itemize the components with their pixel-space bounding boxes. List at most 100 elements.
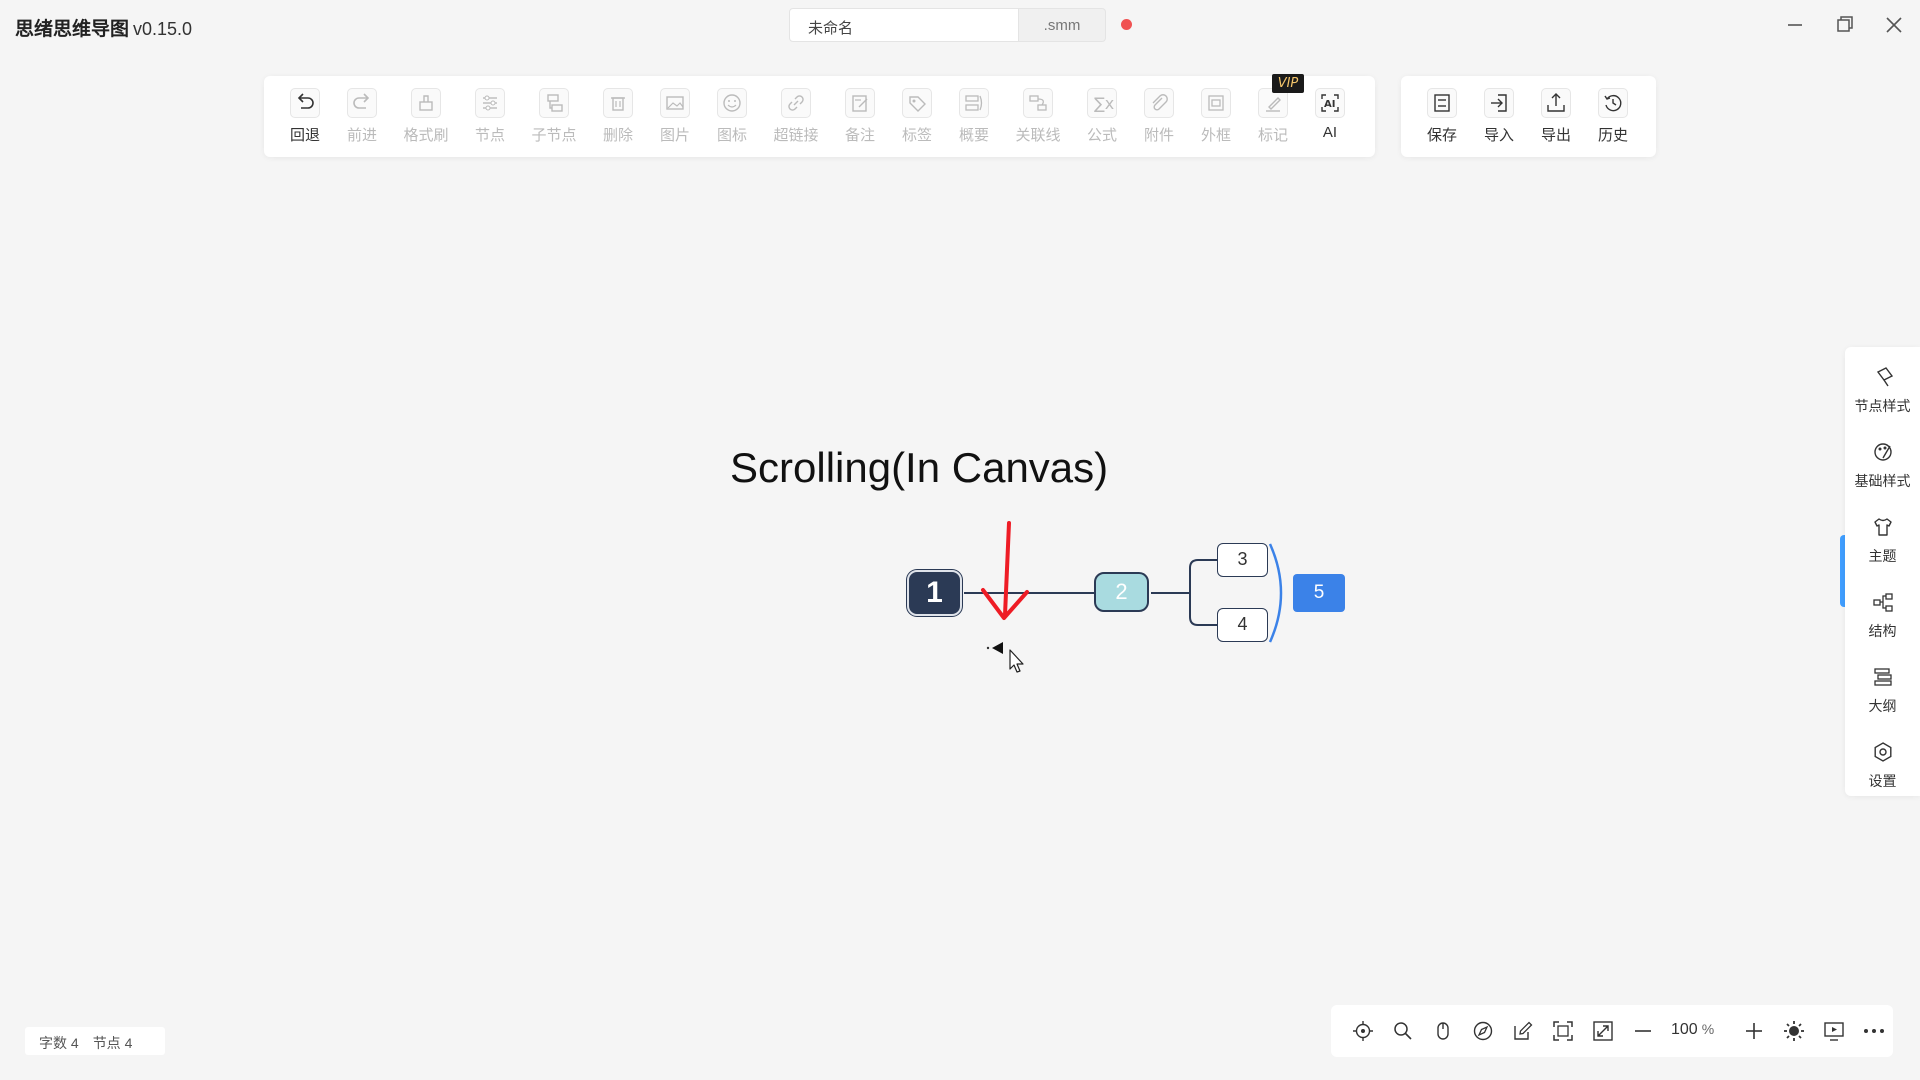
minimize-button[interactable] — [1782, 12, 1808, 38]
import-button[interactable]: 导入 — [1471, 88, 1527, 148]
formula-button[interactable]: ∑x 公式 — [1074, 88, 1130, 148]
zoom-in-button[interactable] — [1741, 1018, 1767, 1044]
association-line-label: 关联线 — [1015, 127, 1061, 144]
vip-badge: VIP — [1272, 74, 1304, 93]
export-label: 导出 — [1540, 127, 1571, 144]
theme-toggle-button[interactable] — [1781, 1018, 1807, 1044]
note-icon — [845, 88, 875, 118]
mindmap-node-3[interactable]: 3 — [1217, 543, 1268, 577]
restore-icon — [1837, 16, 1853, 32]
mindmap-node-4[interactable]: 4 — [1217, 608, 1268, 642]
sidebar-item-node-style[interactable]: 节点样式 — [1845, 357, 1920, 417]
word-count: 字数 4 — [39, 1035, 79, 1051]
presentation-icon — [1824, 1022, 1844, 1041]
history-button[interactable]: 历史 — [1585, 88, 1641, 148]
attachment-button[interactable]: 附件 — [1131, 88, 1187, 148]
close-icon — [1886, 17, 1902, 33]
link-icon — [781, 88, 811, 118]
summary-button[interactable]: 概要 — [946, 88, 1002, 148]
canvas-overlay-title: Scrolling(In Canvas) — [730, 444, 1109, 491]
format-brush-label: 格式刷 — [403, 127, 449, 144]
fullscreen-button[interactable] — [1590, 1018, 1616, 1044]
attachment-label: 附件 — [1143, 127, 1174, 144]
more-button[interactable] — [1861, 1018, 1887, 1044]
child-node-button[interactable]: 子节点 — [526, 88, 582, 148]
delete-button[interactable]: 删除 — [590, 88, 646, 148]
image-label: 图片 — [659, 127, 690, 144]
format-brush-button[interactable]: 格式刷 — [398, 88, 454, 148]
mouse-mode-button[interactable] — [1430, 1018, 1456, 1044]
tag-button[interactable]: 标签 — [889, 88, 945, 148]
more-dots-icon — [1864, 1029, 1884, 1033]
mindmap-summary-node-5[interactable]: 5 — [1293, 574, 1345, 612]
locate-root-button[interactable] — [1350, 1018, 1376, 1044]
scroll-marker-icon — [992, 642, 1003, 654]
icon-label: 图标 — [716, 127, 747, 144]
mindmap-canvas[interactable] — [0, 0, 1920, 1080]
demo-mode-button[interactable] — [1821, 1018, 1847, 1044]
sidebar-item-outline[interactable]: 大纲 — [1845, 657, 1920, 717]
icon-button[interactable]: 图标 — [704, 88, 760, 148]
navigator-button[interactable] — [1470, 1018, 1496, 1044]
shirt-icon — [1873, 518, 1892, 536]
svg-text:∑x: ∑x — [1094, 94, 1114, 113]
image-button[interactable]: 图片 — [647, 88, 703, 148]
fit-canvas-button[interactable] — [1550, 1018, 1576, 1044]
sidebar-item-settings[interactable]: 设置 — [1845, 732, 1920, 792]
child-node-label: 子节点 — [531, 127, 577, 144]
export-button[interactable]: 导出 — [1528, 88, 1584, 148]
edit-mode-button[interactable] — [1510, 1018, 1536, 1044]
ai-button[interactable]: AI AI — [1302, 88, 1358, 148]
undo-button[interactable]: 回退 — [277, 88, 333, 148]
crosshair-icon — [1353, 1021, 1373, 1041]
outer-frame-button[interactable]: 外框 — [1188, 88, 1244, 148]
tag-icon — [902, 88, 932, 118]
delete-label: 删除 — [602, 127, 633, 144]
close-button[interactable] — [1881, 12, 1907, 38]
sidebar-label-outline: 大纲 — [1868, 698, 1897, 714]
palette-icon — [1873, 443, 1892, 461]
zoom-out-button[interactable] — [1630, 1018, 1656, 1044]
tag-label: 标签 — [901, 127, 932, 144]
trash-icon — [603, 88, 633, 118]
fit-view-icon — [1553, 1021, 1573, 1041]
sidebar-item-basic-style[interactable]: 基础样式 — [1845, 432, 1920, 492]
save-icon — [1427, 88, 1457, 118]
sidebar-item-structure[interactable]: 结构 — [1845, 582, 1920, 642]
sidebar-item-theme[interactable]: 主题 — [1845, 507, 1920, 567]
annotation-arrow — [981, 521, 1029, 620]
formula-icon: ∑x — [1087, 88, 1117, 118]
history-icon — [1598, 88, 1628, 118]
note-button[interactable]: 备注 — [832, 88, 888, 148]
file-name-input[interactable]: 未命名 — [789, 8, 1019, 42]
search-button[interactable] — [1390, 1018, 1416, 1044]
association-line-button[interactable]: 关联线 — [1010, 88, 1066, 148]
child-node-icon — [539, 88, 569, 118]
search-icon — [1394, 1022, 1412, 1040]
sidebar-label-node-style: 节点样式 — [1854, 398, 1911, 414]
node-button[interactable]: 节点 — [462, 88, 518, 148]
outline-icon — [1873, 668, 1892, 686]
mouse-cursor-icon — [1009, 649, 1024, 673]
zoom-unit: % — [1701, 1021, 1715, 1037]
save-button[interactable]: 保存 — [1414, 88, 1470, 148]
mindmap-node-2[interactable]: 2 — [1094, 572, 1149, 612]
title-bar: 思绪思维导图 v0.15.0 未命名 .smm — [0, 0, 1920, 52]
marker-button[interactable]: 标记 — [1245, 88, 1301, 148]
mindmap-node-root[interactable]: 1 — [907, 570, 962, 616]
minimize-icon — [1788, 24, 1802, 26]
node-settings-icon — [475, 88, 505, 118]
redo-button[interactable]: 前进 — [334, 88, 390, 148]
sidebar-label-structure: 结构 — [1868, 623, 1897, 639]
sun-icon — [1784, 1021, 1804, 1041]
undo-label: 回退 — [289, 127, 320, 144]
maximize-button[interactable] — [1832, 12, 1858, 38]
main-toolbar: 回退 前进 格式刷 节点 子节点 删除 图片 图标 超链接 备注 标签 概要 关… — [264, 76, 1375, 157]
file-toolbar: 保存 导入 导出 历史 — [1401, 76, 1656, 157]
compass-icon — [1473, 1021, 1493, 1041]
summary-label: 概要 — [958, 127, 989, 144]
unsaved-indicator — [1121, 19, 1132, 30]
node-count: 节点 4 — [92, 1035, 133, 1051]
hyperlink-button[interactable]: 超链接 — [768, 88, 824, 148]
import-label: 导入 — [1483, 127, 1514, 144]
